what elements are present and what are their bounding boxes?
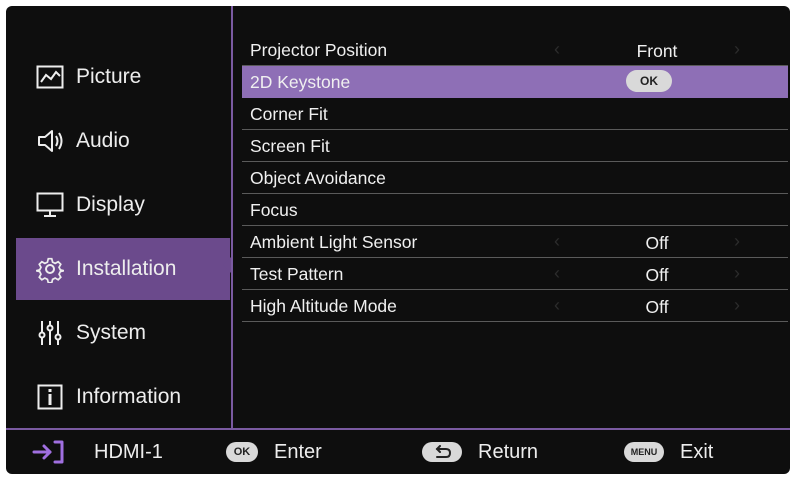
- sidebar-item-label: Audio: [76, 129, 130, 152]
- chevron-right-icon[interactable]: ›: [734, 39, 740, 60]
- footer-hint-bar: HDMI-1 OK Enter Return MENU Exit: [6, 430, 790, 474]
- setting-label: High Altitude Mode: [250, 296, 397, 316]
- setting-value: Off: [645, 265, 669, 285]
- setting-label: Focus: [250, 200, 298, 220]
- osd-menu-window: Picture Audio Display Installation Syste…: [6, 6, 790, 474]
- setting-label: 2D Keystone: [250, 72, 351, 92]
- vertical-divider: [231, 6, 233, 428]
- setting-value: Off: [645, 297, 669, 317]
- gear-icon: [36, 255, 64, 283]
- sidebar-item-audio[interactable]: Audio: [16, 110, 230, 172]
- setting-row-projector-position[interactable]: Projector Position ‹ Front ›: [242, 34, 788, 66]
- sidebar-item-system[interactable]: System: [16, 302, 230, 364]
- input-source-label: HDMI-1: [94, 440, 163, 463]
- setting-row-focus[interactable]: Focus: [242, 194, 788, 226]
- chevron-right-icon[interactable]: ›: [734, 295, 740, 316]
- setting-row-ambient-light-sensor[interactable]: Ambient Light Sensor ‹ Off ›: [242, 226, 788, 258]
- exit-hint-label: Exit: [680, 440, 714, 463]
- return-key-icon: [422, 442, 462, 462]
- return-hint: Return: [422, 430, 538, 474]
- sidebar-item-label: System: [76, 321, 147, 344]
- setting-row-test-pattern[interactable]: Test Pattern ‹ Off ›: [242, 258, 788, 290]
- sliders-icon: [36, 319, 64, 347]
- setting-row-2d-keystone[interactable]: 2D Keystone OK: [242, 66, 788, 98]
- sidebar-item-label: Display: [76, 193, 145, 216]
- chevron-left-icon[interactable]: ‹: [554, 295, 560, 316]
- setting-row-screen-fit[interactable]: Screen Fit: [242, 130, 788, 162]
- setting-label: Projector Position: [250, 40, 388, 60]
- info-icon: [36, 383, 64, 411]
- sidebar-item-installation[interactable]: Installation: [16, 238, 230, 300]
- sidebar-item-label: Picture: [76, 65, 142, 88]
- chevron-left-icon[interactable]: ‹: [554, 231, 560, 252]
- setting-label: Screen Fit: [250, 136, 330, 156]
- speaker-icon: [36, 127, 64, 155]
- monitor-icon: [36, 191, 64, 219]
- ok-key-icon: OK: [226, 442, 258, 462]
- setting-label: Object Avoidance: [250, 168, 386, 188]
- setting-row-corner-fit[interactable]: Corner Fit: [242, 98, 788, 130]
- setting-label: Ambient Light Sensor: [250, 232, 418, 252]
- enter-hint-label: Enter: [274, 440, 322, 463]
- menu-exit-hint: MENU Exit: [624, 430, 713, 474]
- chevron-left-icon[interactable]: ‹: [554, 263, 560, 284]
- sidebar-item-display[interactable]: Display: [16, 174, 230, 236]
- setting-row-high-altitude-mode[interactable]: High Altitude Mode ‹ Off ›: [242, 290, 788, 322]
- installation-settings-list: Projector Position ‹ Front › 2D Keystone…: [242, 34, 788, 322]
- category-sidebar: Picture Audio Display Installation Syste…: [6, 6, 230, 428]
- setting-value: Front: [636, 41, 678, 61]
- return-hint-label: Return: [478, 440, 539, 463]
- setting-value: Off: [645, 233, 669, 253]
- setting-label: Corner Fit: [250, 104, 328, 124]
- sidebar-item-information[interactable]: Information: [16, 366, 230, 428]
- chevron-right-icon[interactable]: ›: [734, 231, 740, 252]
- input-source-indicator: HDMI-1: [32, 430, 163, 474]
- picture-icon: [36, 63, 64, 91]
- setting-label: Test Pattern: [250, 264, 344, 284]
- menu-key-icon: MENU: [624, 442, 664, 462]
- sidebar-item-label: Information: [76, 385, 182, 408]
- ok-button[interactable]: OK: [626, 70, 672, 92]
- chevron-left-icon[interactable]: ‹: [554, 39, 560, 60]
- sidebar-item-label: Installation: [76, 257, 177, 280]
- input-source-icon: [32, 439, 66, 465]
- setting-row-object-avoidance[interactable]: Object Avoidance: [242, 162, 788, 194]
- sidebar-item-picture[interactable]: Picture: [16, 46, 230, 108]
- chevron-right-icon[interactable]: ›: [734, 263, 740, 284]
- ok-enter-hint: OK Enter: [226, 430, 322, 474]
